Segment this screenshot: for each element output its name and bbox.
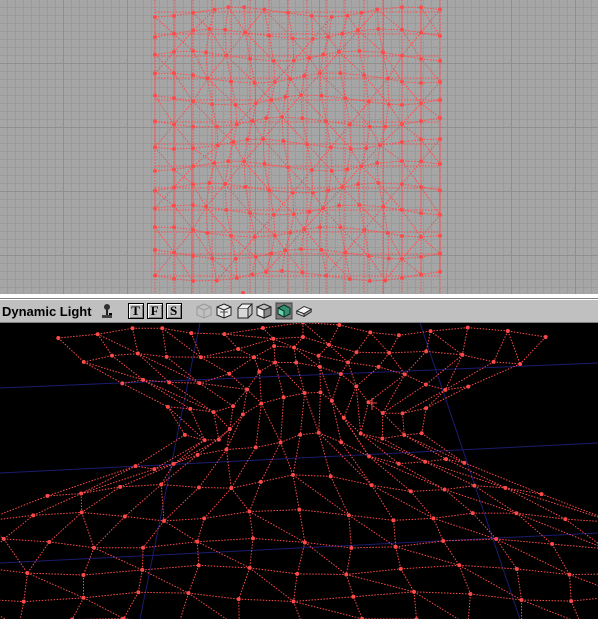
top-ortho-viewport[interactable]	[0, 0, 598, 294]
viewport-toolbar: Dynamic Light T F S	[0, 299, 598, 323]
perspective-viewport-wireframe	[0, 323, 598, 619]
texture-usage-cube-icon[interactable]	[235, 302, 253, 320]
perspective-viewport[interactable]	[0, 323, 598, 619]
bsp-cube-icon[interactable]	[255, 302, 273, 320]
top-view-button[interactable]: T	[127, 303, 144, 319]
dynamic-light-cube-icon[interactable]	[275, 302, 293, 320]
top-viewport-wireframe	[153, 0, 442, 294]
front-view-button[interactable]: F	[146, 303, 163, 319]
zone-cube-icon[interactable]	[215, 302, 233, 320]
textured-cube-icon[interactable]	[295, 302, 313, 320]
render-mode-label: Dynamic Light	[2, 303, 92, 319]
joystick-icon[interactable]	[98, 302, 116, 320]
wireframe-cube-icon[interactable]	[195, 302, 213, 320]
side-view-button[interactable]: S	[165, 303, 182, 319]
